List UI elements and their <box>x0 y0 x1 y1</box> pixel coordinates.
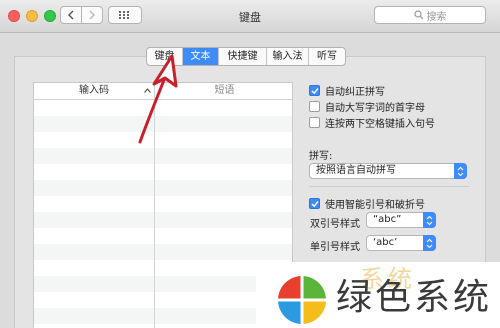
double-quotes-label: 双引号样式 <box>310 219 360 230</box>
table-row[interactable] <box>34 260 292 276</box>
auto-capitalize-label: 自动大写字词的首字母 <box>325 103 425 114</box>
title-bar: 键盘 搜索 <box>0 0 500 33</box>
table-row[interactable] <box>34 180 292 196</box>
single-quotes-select[interactable]: ‘abc’ <box>366 235 436 251</box>
stepper-arrows-icon <box>423 235 436 251</box>
smart-quotes-label: 使用智能引号和破折号 <box>325 200 425 211</box>
table-row[interactable] <box>34 276 292 292</box>
table-row[interactable] <box>34 308 292 324</box>
auto-capitalize-option[interactable]: 自动大写字词的首字母 <box>309 99 425 114</box>
windows-logo-icon <box>277 275 327 325</box>
search-icon <box>413 10 423 20</box>
tab-input-sources[interactable]: 输入法 <box>267 48 309 65</box>
spelling-label: 拼写: <box>309 151 333 162</box>
double-space-period-label: 连按两下空格键插入句号 <box>325 119 435 130</box>
double-quotes-select[interactable]: “abc” <box>366 212 436 228</box>
section-divider <box>309 186 469 187</box>
auto-correct-checkbox[interactable] <box>309 85 320 96</box>
single-quotes-label: 单引号样式 <box>310 242 360 253</box>
checkmark-icon <box>311 87 319 94</box>
tab-shortcuts[interactable]: 快捷键 <box>219 48 267 65</box>
smart-quotes-checkbox[interactable] <box>309 198 320 209</box>
spelling-value: 按照语言自动拼写 <box>316 165 396 176</box>
stepper-arrows-icon <box>454 163 467 179</box>
auto-correct-option[interactable]: 自动纠正拼写 <box>309 83 385 98</box>
double-space-period-option[interactable]: 连按两下空格键插入句号 <box>309 115 435 130</box>
stepper-arrows-icon <box>423 212 436 228</box>
double-quotes-value: “abc” <box>373 214 402 225</box>
spelling-select[interactable]: 按照语言自动拼写 <box>309 163 467 179</box>
table-row[interactable] <box>34 164 292 180</box>
watermark-text: 绿色系统 <box>336 277 493 318</box>
search-field[interactable]: 搜索 <box>374 6 486 24</box>
table-row[interactable] <box>34 148 292 164</box>
table-row[interactable] <box>34 196 292 212</box>
auto-correct-label: 自动纠正拼写 <box>325 87 385 98</box>
smart-quotes-option[interactable]: 使用智能引号和破折号 <box>309 196 425 211</box>
single-quotes-value: ‘abc’ <box>373 237 398 248</box>
checkmark-icon <box>311 200 319 207</box>
tab-dictation[interactable]: 听写 <box>309 48 345 65</box>
auto-capitalize-checkbox[interactable] <box>309 101 320 112</box>
table-row[interactable] <box>34 292 292 308</box>
double-space-period-checkbox[interactable] <box>309 117 320 128</box>
search-placeholder: 搜索 <box>426 11 447 23</box>
table-row[interactable] <box>34 244 292 260</box>
table-row[interactable] <box>34 228 292 244</box>
table-row[interactable] <box>34 212 292 228</box>
annotation-arrow-icon <box>138 54 178 144</box>
